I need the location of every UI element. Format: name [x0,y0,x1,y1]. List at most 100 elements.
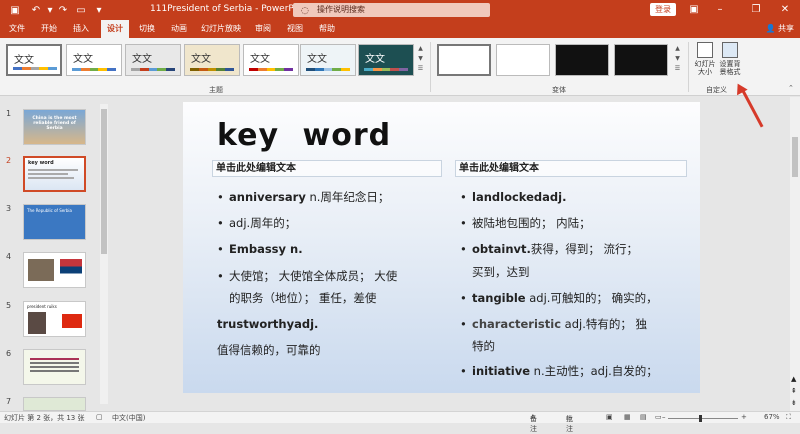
variants-scroll[interactable]: ▲ ▼ ☰ [672,44,683,76]
right-bullet-item[interactable]: • tangible adj.可触知的； 确实的， [460,287,658,309]
slide-thumbnail-4[interactable] [23,252,86,288]
zoom-level[interactable]: 67% [764,413,780,421]
right-placeholder-header[interactable]: 单击此处编辑文本 [455,160,687,177]
scroll-up-icon[interactable]: ▲ [791,375,796,383]
slide-title[interactable]: key word [217,118,391,153]
tab-design[interactable]: 设计 [101,20,129,38]
more-icon[interactable]: ☰ [672,64,683,74]
login-button[interactable]: 登录 [650,3,676,16]
scroll-down-icon[interactable]: ▼ [672,54,683,64]
theme-2[interactable]: 文文 [66,44,122,76]
scroll-up-icon[interactable]: ▲ [672,44,683,54]
variant-4[interactable] [614,44,668,76]
group-label-customize: 自定义 [706,86,727,94]
zoom-slider[interactable] [668,415,738,422]
save-icon[interactable]: ▣ [8,2,22,18]
tab-file[interactable]: 文件 [4,20,30,38]
share-label: 共享 [778,24,794,33]
tab-view[interactable]: 视图 [282,20,308,38]
right-bullet-item[interactable]: • initiative n.主动性；adj.自发的； [460,360,658,382]
slide-thumbnail-6[interactable] [23,349,86,385]
slide-size-button[interactable]: 幻灯片大小 [693,42,717,76]
present-from-start-icon[interactable]: ▭ [74,2,88,18]
theme-preview-text: 文文 [365,54,385,65]
theme-5[interactable]: 文文 [243,44,299,76]
slide-canvas[interactable]: key word 单击此处编辑文本 单击此处编辑文本 • anniversary … [183,102,700,393]
tab-home[interactable]: 开始 [36,20,62,38]
slideshow-icon[interactable]: ▭ [655,413,662,421]
slide-vertical-scrollbar[interactable]: ▲ ⇞ ⇟ [790,97,800,411]
language-indicator[interactable]: 中文(中国) [112,413,145,423]
theme-office[interactable]: 文文 [6,44,62,76]
undo-dropdown-icon[interactable]: ▾ [43,2,57,18]
tab-review[interactable]: 审阅 [250,20,276,38]
scrollbar-thumb[interactable] [101,109,107,254]
thumbnail-text: president ruiks [27,304,57,309]
themes-scroll[interactable]: ▲ ▼ ☰ [415,44,426,76]
zoom-slider-handle[interactable] [699,415,702,422]
next-slide-icon[interactable]: ⇟ [791,399,797,407]
tab-transitions[interactable]: 切换 [134,20,160,38]
theme-3[interactable]: 文文 [125,44,181,76]
tab-insert[interactable]: 插入 [68,20,94,38]
share-button[interactable]: 👤 共享 [765,20,794,38]
right-bullet-item[interactable]: • 被陆地包围的； 内陆； [460,212,591,234]
right-bullet-item[interactable]: • landlockedadj. [460,186,566,208]
ribbon-tabs: 文件 开始 插入 设计 切换 动画 幻灯片放映 审阅 视图 帮助 👤 共享 [0,20,800,38]
ribbon-separator [688,42,689,92]
zoom-in-icon[interactable]: + [741,413,747,421]
tab-help[interactable]: 帮助 [314,20,340,38]
scroll-up-icon[interactable]: ▲ [415,44,426,54]
left-bullet-item[interactable]: • adj.周年的； [217,212,296,234]
fit-to-window-icon[interactable]: ⛶ [786,413,791,422]
previous-slide-icon[interactable]: ⇞ [791,387,797,395]
left-text-line[interactable]: trustworthyadj. [217,313,318,335]
right-bullet-item-continued[interactable]: 特的 [472,335,495,357]
customize-qat-icon[interactable]: ▾ [92,2,106,18]
tell-me-label: 操作说明搜索 [317,5,365,14]
more-icon[interactable]: ☰ [415,64,426,74]
scrollbar-thumb[interactable] [792,137,798,177]
variant-2[interactable] [496,44,550,76]
thumbnail-text: China is the most reliable friend of Ser… [32,116,77,131]
left-text-line[interactable]: 值得信赖的，可靠的 [217,339,321,361]
left-bullet-item[interactable]: • 大使馆； 大使馆全体成员； 大使 [217,265,397,287]
thumbnail-line [28,173,68,175]
restore-icon[interactable]: ❐ [748,2,764,18]
variant-1[interactable] [437,44,491,76]
reading-view-icon[interactable]: ▤ [640,413,647,421]
tell-me-search[interactable]: ◌ 操作说明搜索 [293,3,490,17]
close-icon[interactable]: ✕ [777,2,793,18]
tab-animations[interactable]: 动画 [166,20,192,38]
theme-6[interactable]: 文文 [300,44,356,76]
right-bullet-item[interactable]: • obtainvt.获得，得到； 流行； [460,238,638,260]
theme-7[interactable]: 文文 [358,44,414,76]
slide-thumbnail-1[interactable]: China is the most reliable friend of Ser… [23,109,86,145]
scroll-down-icon[interactable]: ▼ [415,54,426,64]
ribbon-display-options-icon[interactable]: ▣ [686,2,702,18]
format-background-button[interactable]: 设置背景格式 [718,42,742,76]
slide-thumbnail-3[interactable]: The Republic of Serbia [23,204,86,240]
collapse-ribbon-icon[interactable]: ⌃ [788,84,794,92]
spellcheck-icon[interactable]: ▢ [96,413,103,421]
variant-3[interactable] [555,44,609,76]
right-bullet-item[interactable]: • characteristic adj.特有的； 独 [460,313,647,335]
zoom-out-icon[interactable]: – [662,413,666,421]
theme-4[interactable]: 文文 [184,44,240,76]
left-bullet-item[interactable]: • anniversary n.周年纪念日； [217,186,389,208]
slide-thumbnail-2[interactable]: key word [23,156,86,192]
slide-thumbnail-5[interactable]: president ruiks [23,301,86,337]
left-placeholder-header[interactable]: 单击此处编辑文本 [212,160,442,177]
theme-preview-text: 文文 [191,54,211,65]
left-bullet-item-continued[interactable]: 的职务（地位）； 重任，差使 [229,287,376,309]
slide-thumbnail-7[interactable] [23,397,86,411]
thumbnails-scrollbar[interactable] [100,104,108,404]
right-bullet-item-continued[interactable]: 买到，达到 [472,261,530,283]
redo-icon[interactable]: ↷ [56,2,70,18]
tab-slideshow[interactable]: 幻灯片放映 [198,20,244,38]
normal-view-icon[interactable]: ▣ [606,413,613,421]
undo-icon[interactable]: ↶ [29,2,43,18]
minimize-icon[interactable]: – [712,2,728,18]
left-bullet-item[interactable]: • Embassy n. [217,238,303,260]
slide-sorter-icon[interactable]: ▦ [624,413,631,421]
